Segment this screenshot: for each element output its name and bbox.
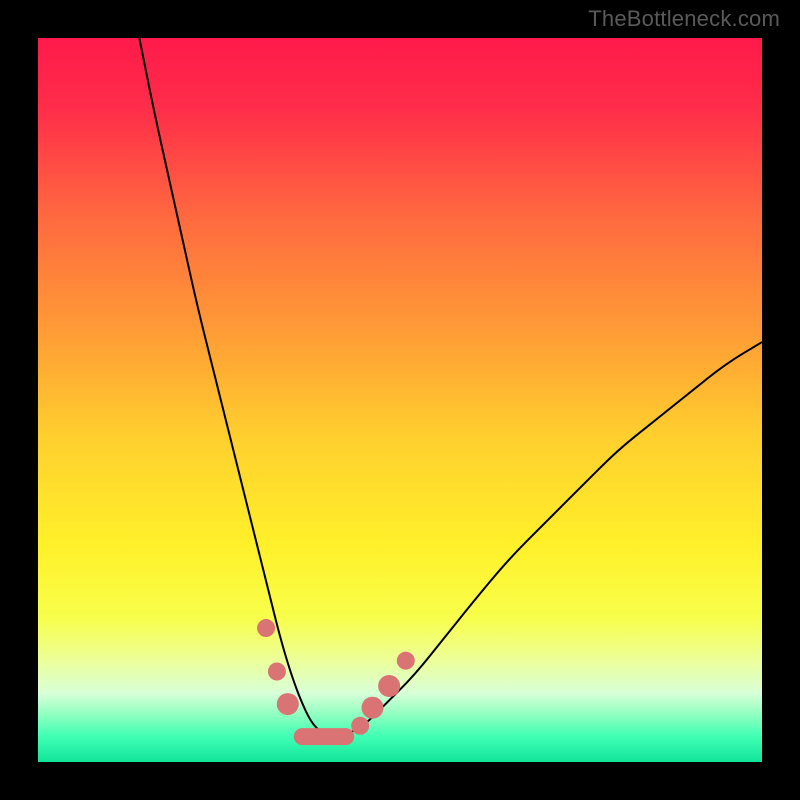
- curve-layer: [38, 38, 762, 762]
- curve-marker: [378, 675, 400, 697]
- watermark-text: TheBottleneck.com: [588, 6, 780, 32]
- bottleneck-curve: [139, 38, 762, 737]
- curve-marker: [397, 652, 415, 670]
- curve-marker: [257, 619, 275, 637]
- chart-frame: TheBottleneck.com: [0, 0, 800, 800]
- curve-marker: [277, 693, 299, 715]
- curve-marker: [361, 697, 383, 719]
- plot-area: [38, 38, 762, 762]
- curve-marker: [268, 663, 286, 681]
- curve-marker: [351, 717, 369, 735]
